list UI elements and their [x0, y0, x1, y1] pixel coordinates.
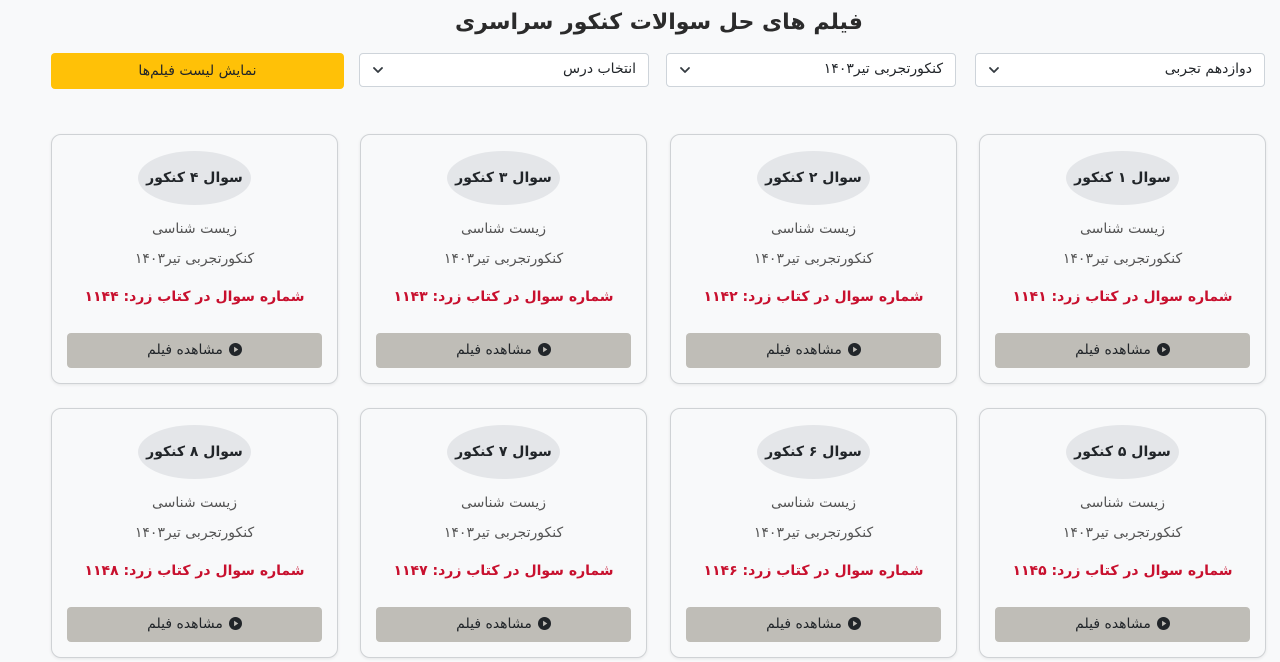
- question-title: سوال ۸ کنکور: [138, 425, 251, 479]
- question-card: سوال ۱ کنکور زیست شناسی کنکورتجربی تیر۱۴…: [979, 134, 1266, 384]
- question-title: سوال ۷ کنکور: [447, 425, 560, 479]
- exam-label: کنکورتجربی تیر۱۴۰۳: [1062, 251, 1183, 267]
- watch-film-button[interactable]: مشاهده فیلم: [686, 607, 941, 642]
- book-reference: شماره سوال در کتاب زرد: ۱۱۴۳: [393, 289, 614, 305]
- book-reference: شماره سوال در کتاب زرد: ۱۱۴۴: [84, 289, 305, 305]
- subject-label: زیست شناسی: [461, 495, 546, 511]
- show-films-button[interactable]: نمایش لیست فیلم‌ها: [51, 53, 344, 89]
- grade-select-value: دوازدهم تجربی: [1164, 61, 1252, 77]
- play-circle-icon: [537, 343, 551, 356]
- exam-label: کنکورتجربی تیر۱۴۰۳: [1062, 525, 1183, 541]
- question-card: سوال ۵ کنکور زیست شناسی کنکورتجربی تیر۱۴…: [979, 408, 1266, 658]
- grade-select[interactable]: دوازدهم تجربی: [975, 53, 1265, 87]
- play-circle-icon: [847, 617, 861, 630]
- question-title: سوال ۵ کنکور: [1066, 425, 1179, 479]
- exam-label: کنکورتجربی تیر۱۴۰۳: [753, 525, 874, 541]
- lesson-select[interactable]: انتخاب درس: [359, 53, 649, 87]
- question-card: سوال ۴ کنکور زیست شناسی کنکورتجربی تیر۱۴…: [51, 134, 338, 384]
- watch-film-label: مشاهده فیلم: [147, 616, 223, 632]
- play-circle-icon: [1156, 343, 1170, 356]
- subject-label: زیست شناسی: [771, 221, 856, 237]
- watch-film-label: مشاهده فیلم: [456, 342, 532, 358]
- book-reference: شماره سوال در کتاب زرد: ۱۱۴۲: [703, 289, 924, 305]
- watch-film-button[interactable]: مشاهده فیلم: [376, 607, 631, 642]
- question-card: سوال ۲ کنکور زیست شناسی کنکورتجربی تیر۱۴…: [670, 134, 957, 384]
- subject-label: زیست شناسی: [771, 495, 856, 511]
- subject-label: زیست شناسی: [461, 221, 546, 237]
- watch-film-label: مشاهده فیلم: [456, 616, 532, 632]
- filter-bar: دوازدهم تجربی کنکورتجربی تیر۱۴۰۳ انتخاب …: [51, 53, 1266, 89]
- exam-label: کنکورتجربی تیر۱۴۰۳: [134, 251, 255, 267]
- watch-film-button[interactable]: مشاهده فیلم: [995, 607, 1250, 642]
- book-reference: شماره سوال در کتاب زرد: ۱۱۴۸: [84, 563, 305, 579]
- watch-film-label: مشاهده فیلم: [1075, 342, 1151, 358]
- exam-label: کنکورتجربی تیر۱۴۰۳: [443, 525, 564, 541]
- subject-label: زیست شناسی: [1080, 221, 1165, 237]
- exam-label: کنکورتجربی تیر۱۴۰۳: [753, 251, 874, 267]
- subject-label: زیست شناسی: [152, 221, 237, 237]
- watch-film-button[interactable]: مشاهده فیلم: [67, 333, 322, 368]
- watch-film-label: مشاهده فیلم: [766, 342, 842, 358]
- subject-label: زیست شناسی: [1080, 495, 1165, 511]
- play-circle-icon: [228, 343, 242, 356]
- subject-label: زیست شناسی: [152, 495, 237, 511]
- chevron-down-icon: [373, 67, 383, 73]
- book-reference: شماره سوال در کتاب زرد: ۱۱۴۱: [1012, 289, 1233, 305]
- lesson-select-value: انتخاب درس: [562, 61, 636, 77]
- exam-select-value: کنکورتجربی تیر۱۴۰۳: [823, 61, 943, 77]
- play-circle-icon: [228, 617, 242, 630]
- question-card: سوال ۶ کنکور زیست شناسی کنکورتجربی تیر۱۴…: [670, 408, 957, 658]
- watch-film-label: مشاهده فیلم: [1075, 616, 1151, 632]
- page-title: فیلم های حل سوالات کنکور سراسری: [455, 10, 863, 35]
- question-title: سوال ۴ کنکور: [138, 151, 251, 205]
- question-title: سوال ۲ کنکور: [757, 151, 870, 205]
- watch-film-button[interactable]: مشاهده فیلم: [686, 333, 941, 368]
- exam-label: کنکورتجربی تیر۱۴۰۳: [443, 251, 564, 267]
- question-title: سوال ۱ کنکور: [1066, 151, 1179, 205]
- question-card: سوال ۳ کنکور زیست شناسی کنکورتجربی تیر۱۴…: [360, 134, 647, 384]
- watch-film-button[interactable]: مشاهده فیلم: [995, 333, 1250, 368]
- question-card: سوال ۸ کنکور زیست شناسی کنکورتجربی تیر۱۴…: [51, 408, 338, 658]
- question-title: سوال ۳ کنکور: [447, 151, 560, 205]
- watch-film-label: مشاهده فیلم: [147, 342, 223, 358]
- play-circle-icon: [1156, 617, 1170, 630]
- play-circle-icon: [847, 343, 861, 356]
- play-circle-icon: [537, 617, 551, 630]
- exam-label: کنکورتجربی تیر۱۴۰۳: [134, 525, 255, 541]
- watch-film-button[interactable]: مشاهده فیلم: [67, 607, 322, 642]
- book-reference: شماره سوال در کتاب زرد: ۱۱۴۵: [1012, 563, 1233, 579]
- watch-film-button[interactable]: مشاهده فیلم: [376, 333, 631, 368]
- chevron-down-icon: [680, 67, 690, 73]
- watch-film-label: مشاهده فیلم: [766, 616, 842, 632]
- chevron-down-icon: [989, 67, 999, 73]
- book-reference: شماره سوال در کتاب زرد: ۱۱۴۷: [393, 563, 614, 579]
- question-title: سوال ۶ کنکور: [757, 425, 870, 479]
- question-card: سوال ۷ کنکور زیست شناسی کنکورتجربی تیر۱۴…: [360, 408, 647, 658]
- exam-select[interactable]: کنکورتجربی تیر۱۴۰۳: [666, 53, 956, 87]
- book-reference: شماره سوال در کتاب زرد: ۱۱۴۶: [703, 563, 924, 579]
- page: فیلم های حل سوالات کنکور سراسری دوازدهم …: [0, 0, 1280, 662]
